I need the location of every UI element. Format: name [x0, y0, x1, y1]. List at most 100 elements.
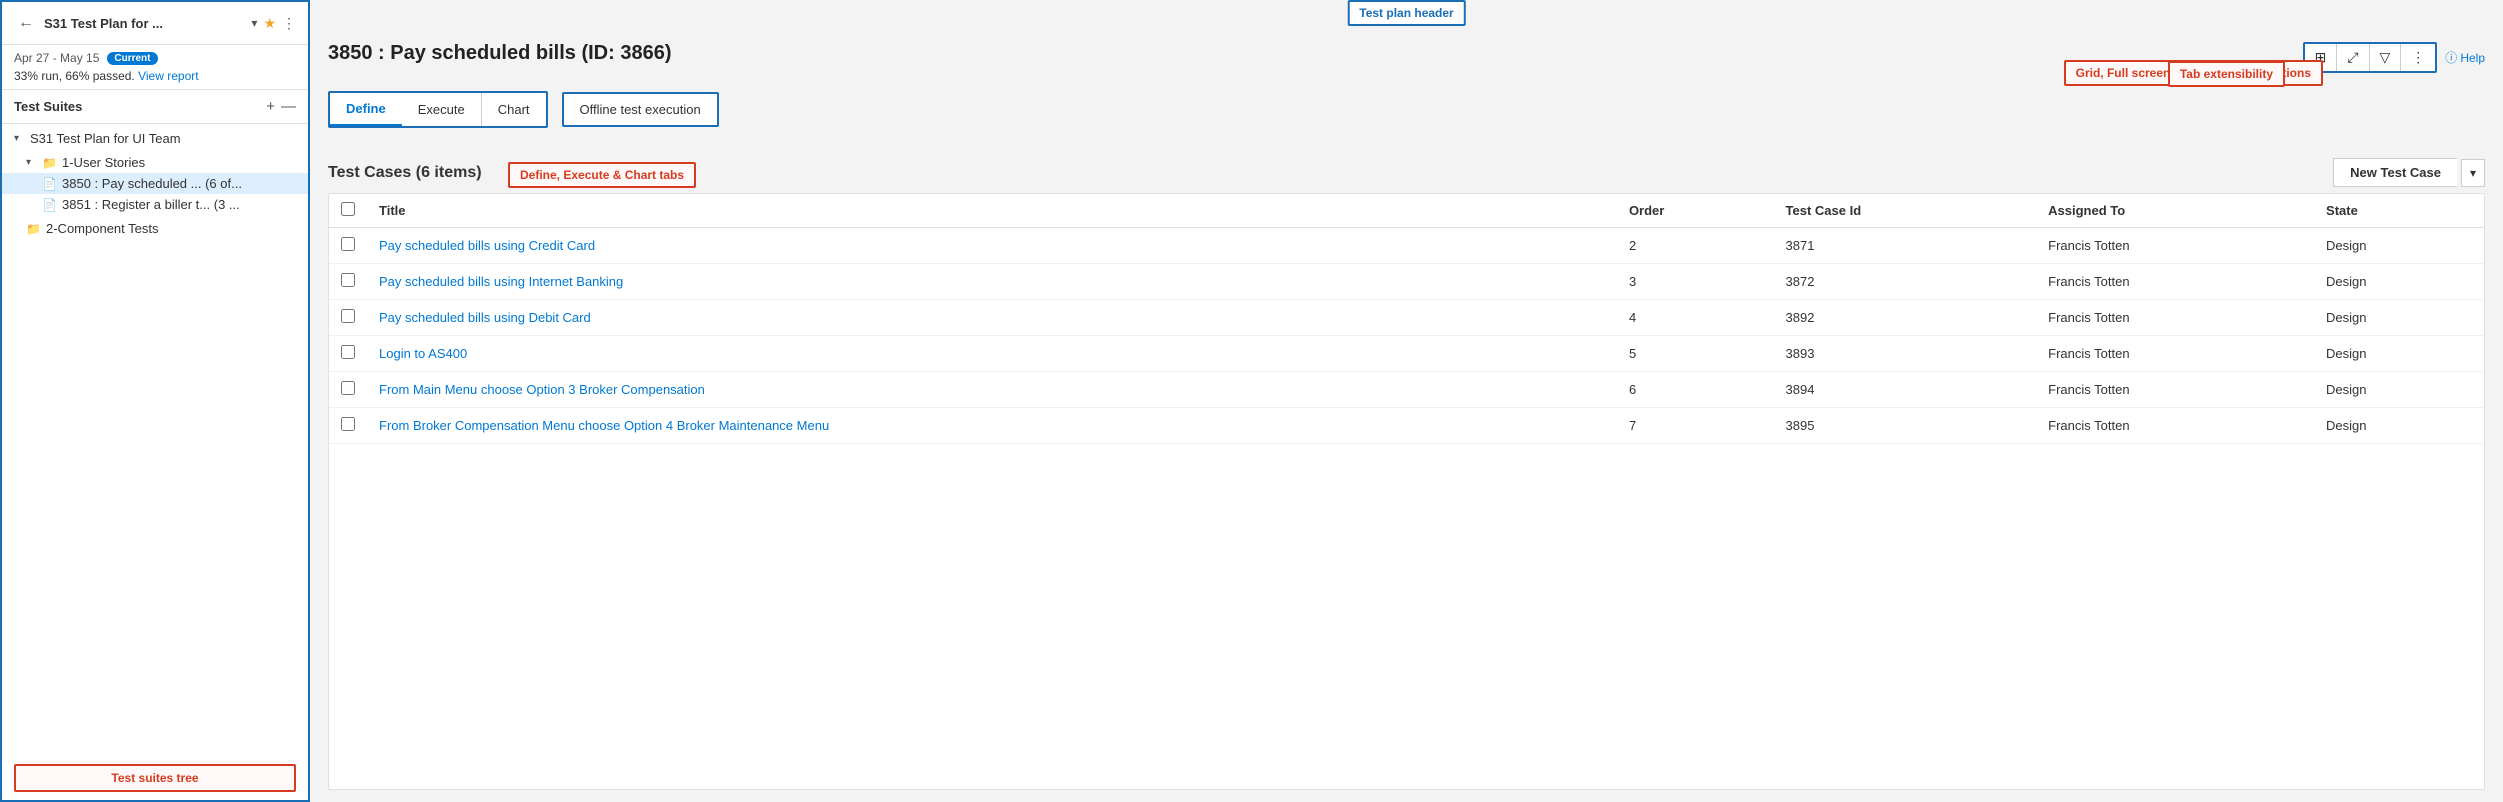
- row-order: 2: [1617, 228, 1774, 264]
- tree-group1-item[interactable]: ▾ 📁 1-User Stories: [2, 152, 308, 173]
- row-state: Design: [2314, 336, 2484, 372]
- column-options-button[interactable]: ⋮: [2401, 44, 2435, 71]
- row-checkbox-4[interactable]: [341, 381, 355, 395]
- test-cases-table-container: Title Order Test Case Id Assigned To Sta…: [328, 193, 2485, 790]
- test-cases-count: Test Cases (6 items): [328, 164, 482, 182]
- main-content: Test plan header Grid, Full screen, Filt…: [310, 0, 2503, 802]
- col-order: Order: [1617, 194, 1774, 228]
- view-report-link[interactable]: View report: [138, 69, 198, 83]
- row-title: Pay scheduled bills using Credit Card: [367, 228, 1617, 264]
- tree-group2-label: 2-Component Tests: [46, 221, 296, 236]
- fullscreen-button[interactable]: ⤢: [2337, 44, 2369, 71]
- sidebar-annotation: Test suites tree: [14, 764, 296, 792]
- row-test-case-id: 3892: [1774, 300, 2037, 336]
- row-test-case-id: 3893: [1774, 336, 2037, 372]
- row-checkbox-cell: [329, 228, 367, 264]
- dates-label: Apr 27 - May 15: [14, 51, 99, 65]
- select-all-header: [329, 194, 367, 228]
- row-title: Login to AS400: [367, 336, 1617, 372]
- tab-extensibility-annotation: Tab extensibility: [2168, 61, 2285, 87]
- table-row: Pay scheduled bills using Internet Banki…: [329, 264, 2484, 300]
- row-title-link[interactable]: Login to AS400: [379, 346, 467, 361]
- select-all-checkbox[interactable]: [341, 202, 355, 216]
- row-order: 6: [1617, 372, 1774, 408]
- tree-root-chevron: ▾: [14, 133, 26, 144]
- table-row: Pay scheduled bills using Credit Card 2 …: [329, 228, 2484, 264]
- sidebar-title: S31 Test Plan for ...: [44, 16, 245, 31]
- sidebar-more-icon[interactable]: ⋮: [282, 15, 296, 32]
- table-body: Pay scheduled bills using Credit Card 2 …: [329, 228, 2484, 444]
- current-badge: Current: [107, 52, 157, 65]
- sidebar-chevron-icon[interactable]: ▾: [251, 16, 257, 30]
- collapse-suite-button[interactable]: —: [281, 98, 296, 115]
- sidebar-stats: 33% run, 66% passed. View report: [14, 69, 296, 83]
- row-checkbox-2[interactable]: [341, 309, 355, 323]
- row-state: Design: [2314, 372, 2484, 408]
- row-assigned-to: Francis Totten: [2036, 408, 2314, 444]
- sidebar: ← S31 Test Plan for ... ▾ ★ ⋮ Apr 27 - M…: [0, 0, 310, 802]
- col-test-case-id: Test Case Id: [1774, 194, 2037, 228]
- tree-group2-item[interactable]: 📁 2-Component Tests: [2, 218, 308, 239]
- row-checkbox-1[interactable]: [341, 273, 355, 287]
- tree-item-3850[interactable]: 📄 3850 : Pay scheduled ... (6 of...: [2, 173, 308, 194]
- col-assigned-to: Assigned To: [2036, 194, 2314, 228]
- suite-tree: ▾ S31 Test Plan for UI Team ▾ 📁 1-User S…: [2, 124, 308, 756]
- row-checkbox-0[interactable]: [341, 237, 355, 251]
- tree-root-item[interactable]: ▾ S31 Test Plan for UI Team: [2, 128, 308, 149]
- tree-group-1: ▾ 📁 1-User Stories 📄 3850 : Pay schedule…: [2, 149, 308, 218]
- table-row: From Main Menu choose Option 3 Broker Co…: [329, 372, 2484, 408]
- header-right: ⊞ ⤢ ▽ ⋮ ⓘ Help: [2303, 42, 2485, 73]
- row-title-link[interactable]: Pay scheduled bills using Debit Card: [379, 310, 591, 325]
- row-test-case-id: 3895: [1774, 408, 2037, 444]
- row-checkbox-5[interactable]: [341, 417, 355, 431]
- tab-offline[interactable]: Offline test execution: [562, 92, 719, 127]
- row-order: 5: [1617, 336, 1774, 372]
- row-state: Design: [2314, 408, 2484, 444]
- folder-icon: 📁: [42, 156, 58, 170]
- help-link[interactable]: ⓘ Help: [2445, 49, 2485, 66]
- tab-execute[interactable]: Execute: [402, 93, 482, 126]
- col-state: State: [2314, 194, 2484, 228]
- row-assigned-to: Francis Totten: [2036, 264, 2314, 300]
- row-assigned-to: Francis Totten: [2036, 300, 2314, 336]
- page-title: 3850 : Pay scheduled bills (ID: 3866): [328, 42, 2303, 65]
- filter-button[interactable]: ▽: [2370, 44, 2402, 71]
- tab-define[interactable]: Define: [330, 93, 402, 126]
- table-header: Title Order Test Case Id Assigned To Sta…: [329, 194, 2484, 228]
- stats-text: 33% run, 66% passed.: [14, 69, 135, 83]
- folder-icon-2: 📁: [26, 222, 42, 236]
- add-suite-button[interactable]: +: [266, 98, 275, 115]
- test-suite-icon-1: 📄: [42, 177, 58, 191]
- toolbar-right: New Test Case ▾: [2333, 158, 2485, 187]
- col-title: Title: [367, 194, 1617, 228]
- row-title-link[interactable]: Pay scheduled bills using Internet Banki…: [379, 274, 623, 289]
- back-button[interactable]: ←: [14, 12, 38, 34]
- row-checkbox-cell: [329, 408, 367, 444]
- tabs-and-controls: Define Execute Chart Offline test execut…: [328, 91, 2485, 128]
- row-test-case-id: 3872: [1774, 264, 2037, 300]
- row-order: 4: [1617, 300, 1774, 336]
- row-checkbox-cell: [329, 300, 367, 336]
- main-tabs-group: Define Execute Chart: [328, 91, 548, 128]
- tree-item-3851-label: 3851 : Register a biller t... (3 ...: [62, 197, 296, 212]
- help-label: Help: [2460, 51, 2485, 65]
- tree-item-3851[interactable]: 📄 3851 : Register a biller t... (3 ...: [2, 194, 308, 215]
- new-test-case-button[interactable]: New Test Case: [2333, 158, 2457, 187]
- sidebar-star-icon[interactable]: ★: [263, 15, 276, 32]
- test-plan-header-annotation: Test plan header: [1347, 0, 1465, 26]
- row-title: Pay scheduled bills using Debit Card: [367, 300, 1617, 336]
- sidebar-dates: Apr 27 - May 15 Current: [14, 51, 296, 65]
- row-title-link[interactable]: From Broker Compensation Menu choose Opt…: [379, 418, 829, 433]
- row-checkbox-cell: [329, 372, 367, 408]
- tree-group1-chevron: ▾: [26, 157, 38, 168]
- row-title-link[interactable]: From Main Menu choose Option 3 Broker Co…: [379, 382, 705, 397]
- row-title: From Broker Compensation Menu choose Opt…: [367, 408, 1617, 444]
- row-assigned-to: Francis Totten: [2036, 336, 2314, 372]
- test-suites-header: Test Suites + —: [2, 90, 308, 124]
- row-order: 7: [1617, 408, 1774, 444]
- tab-chart[interactable]: Chart: [482, 93, 546, 126]
- row-title-link[interactable]: Pay scheduled bills using Credit Card: [379, 238, 595, 253]
- row-assigned-to: Francis Totten: [2036, 372, 2314, 408]
- new-test-case-dropdown-button[interactable]: ▾: [2461, 159, 2485, 187]
- row-checkbox-3[interactable]: [341, 345, 355, 359]
